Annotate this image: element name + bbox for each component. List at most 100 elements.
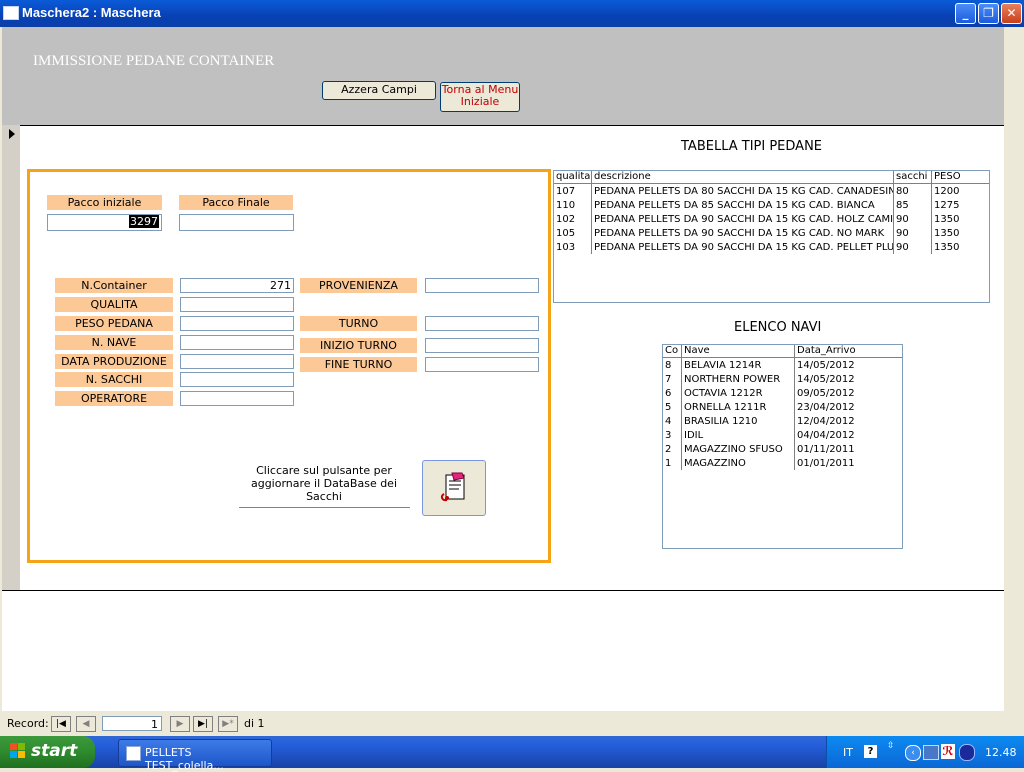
language-indicator[interactable]: IT (843, 746, 853, 759)
table-cell[interactable]: MAGAZZINO (682, 457, 794, 471)
aggiorna-database-button[interactable] (422, 460, 486, 516)
table-cell[interactable]: 90 (894, 227, 931, 241)
col-header-data-arrivo[interactable]: Data_Arrivo (795, 345, 902, 358)
record-selector[interactable] (2, 125, 21, 591)
col-header-descrizione[interactable]: descrizione (592, 171, 894, 184)
inizio-turno-field[interactable] (425, 338, 539, 353)
data-produzione-field[interactable] (180, 354, 294, 369)
table-cell[interactable]: PEDANA PELLETS DA 90 SACCHI DA 15 KG CAD… (592, 213, 893, 227)
table-cell[interactable]: 5 (663, 401, 681, 415)
start-button[interactable]: start (0, 736, 95, 768)
pacco-iniziale-field[interactable]: 3297 (47, 214, 162, 231)
torna-label-line2: Iniziale (460, 95, 500, 108)
close-button[interactable]: ✕ (1001, 3, 1022, 24)
table-cell[interactable]: 1350 (932, 227, 989, 241)
table-cell[interactable]: 3 (663, 429, 681, 443)
turno-field[interactable] (425, 316, 539, 331)
expand-tray-icon[interactable]: ‹ (905, 745, 921, 761)
table-cell[interactable]: PEDANA PELLETS DA 80 SACCHI DA 15 KG CAD… (592, 185, 893, 199)
table-cell[interactable]: 90 (894, 213, 931, 227)
n-container-field[interactable]: 271 (180, 278, 294, 293)
table-cell[interactable]: MAGAZZINO SFUSO (682, 443, 794, 457)
pacco-iniziale-value: 3297 (129, 215, 159, 228)
table-cell[interactable]: 7 (663, 373, 681, 387)
col-header-codice[interactable]: Co (663, 345, 682, 358)
previous-record-button[interactable]: ◀ (76, 716, 96, 732)
taskbar-item-pellets[interactable]: PELLETS TEST_colella... (118, 739, 272, 772)
table-cell[interactable]: IDIL (682, 429, 794, 443)
col-header-qualita[interactable]: qualita (554, 171, 592, 184)
table-cell[interactable]: 102 (554, 213, 592, 227)
windows-logo-icon (10, 743, 26, 759)
fine-turno-field[interactable] (425, 357, 539, 372)
table-cell[interactable]: 04/04/2012 (795, 429, 902, 443)
bluetooth-icon[interactable] (959, 744, 975, 761)
pacco-iniziale-label: Pacco iniziale (47, 195, 162, 210)
col-header-sacchi[interactable]: sacchi (894, 171, 932, 184)
record-number-input[interactable]: 1 (102, 716, 162, 731)
operatore-field[interactable] (180, 391, 294, 406)
provenienza-field[interactable] (425, 278, 539, 293)
new-record-button[interactable]: ▶* (218, 716, 238, 732)
table-cell[interactable]: OCTAVIA 1212R (682, 387, 794, 401)
current-record-arrow-icon (9, 129, 15, 139)
network-icon[interactable] (923, 745, 939, 760)
table-cell[interactable]: 90 (894, 241, 931, 255)
right-margin (1004, 27, 1024, 715)
table-cell[interactable]: 1200 (932, 185, 989, 199)
table-cell[interactable]: 4 (663, 415, 681, 429)
update-text-line2: aggiornare il DataBase dei Sacchi (250, 477, 398, 503)
table-cell[interactable]: 85 (894, 199, 931, 213)
antivirus-icon[interactable]: ℛ (941, 744, 955, 759)
peso-pedana-field[interactable] (180, 316, 294, 331)
next-record-button[interactable]: ▶ (170, 716, 190, 732)
table-cell[interactable]: 1 (663, 457, 681, 471)
minimize-button[interactable]: _ (955, 3, 976, 24)
elenco-navi-table[interactable]: Co Nave Data_Arrivo 8 BELAVIA 1214R 14/0… (662, 344, 903, 549)
table-cell[interactable]: 6 (663, 387, 681, 401)
table-cell[interactable]: NORTHERN POWER (682, 373, 794, 387)
table-cell[interactable]: 14/05/2012 (795, 373, 902, 387)
table-cell[interactable]: BRASILIA 1210 (682, 415, 794, 429)
maximize-button[interactable]: ❐ (978, 3, 999, 24)
col-header-nave[interactable]: Nave (682, 345, 795, 358)
table-cell[interactable]: 80 (894, 185, 931, 199)
table-cell[interactable]: 09/05/2012 (795, 387, 902, 401)
clock[interactable]: 12.48 (985, 746, 1017, 759)
pacco-finale-field[interactable] (179, 214, 294, 231)
table-cell[interactable]: PEDANA PELLETS DA 85 SACCHI DA 15 KG CAD… (592, 199, 893, 213)
table-cell[interactable]: 110 (554, 199, 592, 213)
torna-menu-button[interactable]: Torna al Menu Iniziale (440, 82, 520, 112)
table-cell[interactable]: PEDANA PELLETS DA 90 SACCHI DA 15 KG CAD… (592, 241, 893, 255)
last-record-button[interactable]: ▶| (193, 716, 213, 732)
first-record-button[interactable]: |◀ (51, 716, 71, 732)
table-cell[interactable]: 1350 (932, 241, 989, 255)
table-cell[interactable]: 14/05/2012 (795, 359, 902, 373)
table-cell[interactable]: 12/04/2012 (795, 415, 902, 429)
operatore-label: OPERATORE (55, 391, 173, 406)
tipi-pedane-table[interactable]: qualita descrizione sacchi PESO 107 PEDA… (553, 170, 990, 303)
qualita-field[interactable] (180, 297, 294, 312)
table-cell[interactable]: 103 (554, 241, 592, 255)
table-cell[interactable]: 1275 (932, 199, 989, 213)
start-label: start (31, 741, 78, 761)
n-sacchi-field[interactable] (180, 372, 294, 387)
table-cell[interactable]: BELAVIA 1214R (682, 359, 794, 373)
table-cell[interactable]: 8 (663, 359, 681, 373)
table-cell[interactable]: ORNELLA 1211R (682, 401, 794, 415)
col-header-peso[interactable]: PESO (932, 171, 989, 184)
table-cell[interactable]: 105 (554, 227, 592, 241)
azzera-campi-button[interactable]: Azzera Campi (322, 81, 436, 100)
language-bar-options-icon[interactable]: ⇳ (887, 742, 895, 751)
table-cell[interactable]: 1350 (932, 213, 989, 227)
title-bar: Maschera2 : Maschera _ ❐ ✕ (0, 0, 1024, 27)
table-cell[interactable]: 01/01/2011 (795, 457, 902, 471)
table-cell[interactable]: 107 (554, 185, 592, 199)
form-footer (2, 591, 1004, 711)
table-cell[interactable]: 01/11/2011 (795, 443, 902, 457)
table-cell[interactable]: PEDANA PELLETS DA 90 SACCHI DA 15 KG CAD… (592, 227, 893, 241)
table-cell[interactable]: 2 (663, 443, 681, 457)
table-cell[interactable]: 23/04/2012 (795, 401, 902, 415)
help-icon[interactable]: ? (864, 745, 877, 758)
n-nave-field[interactable] (180, 335, 294, 350)
